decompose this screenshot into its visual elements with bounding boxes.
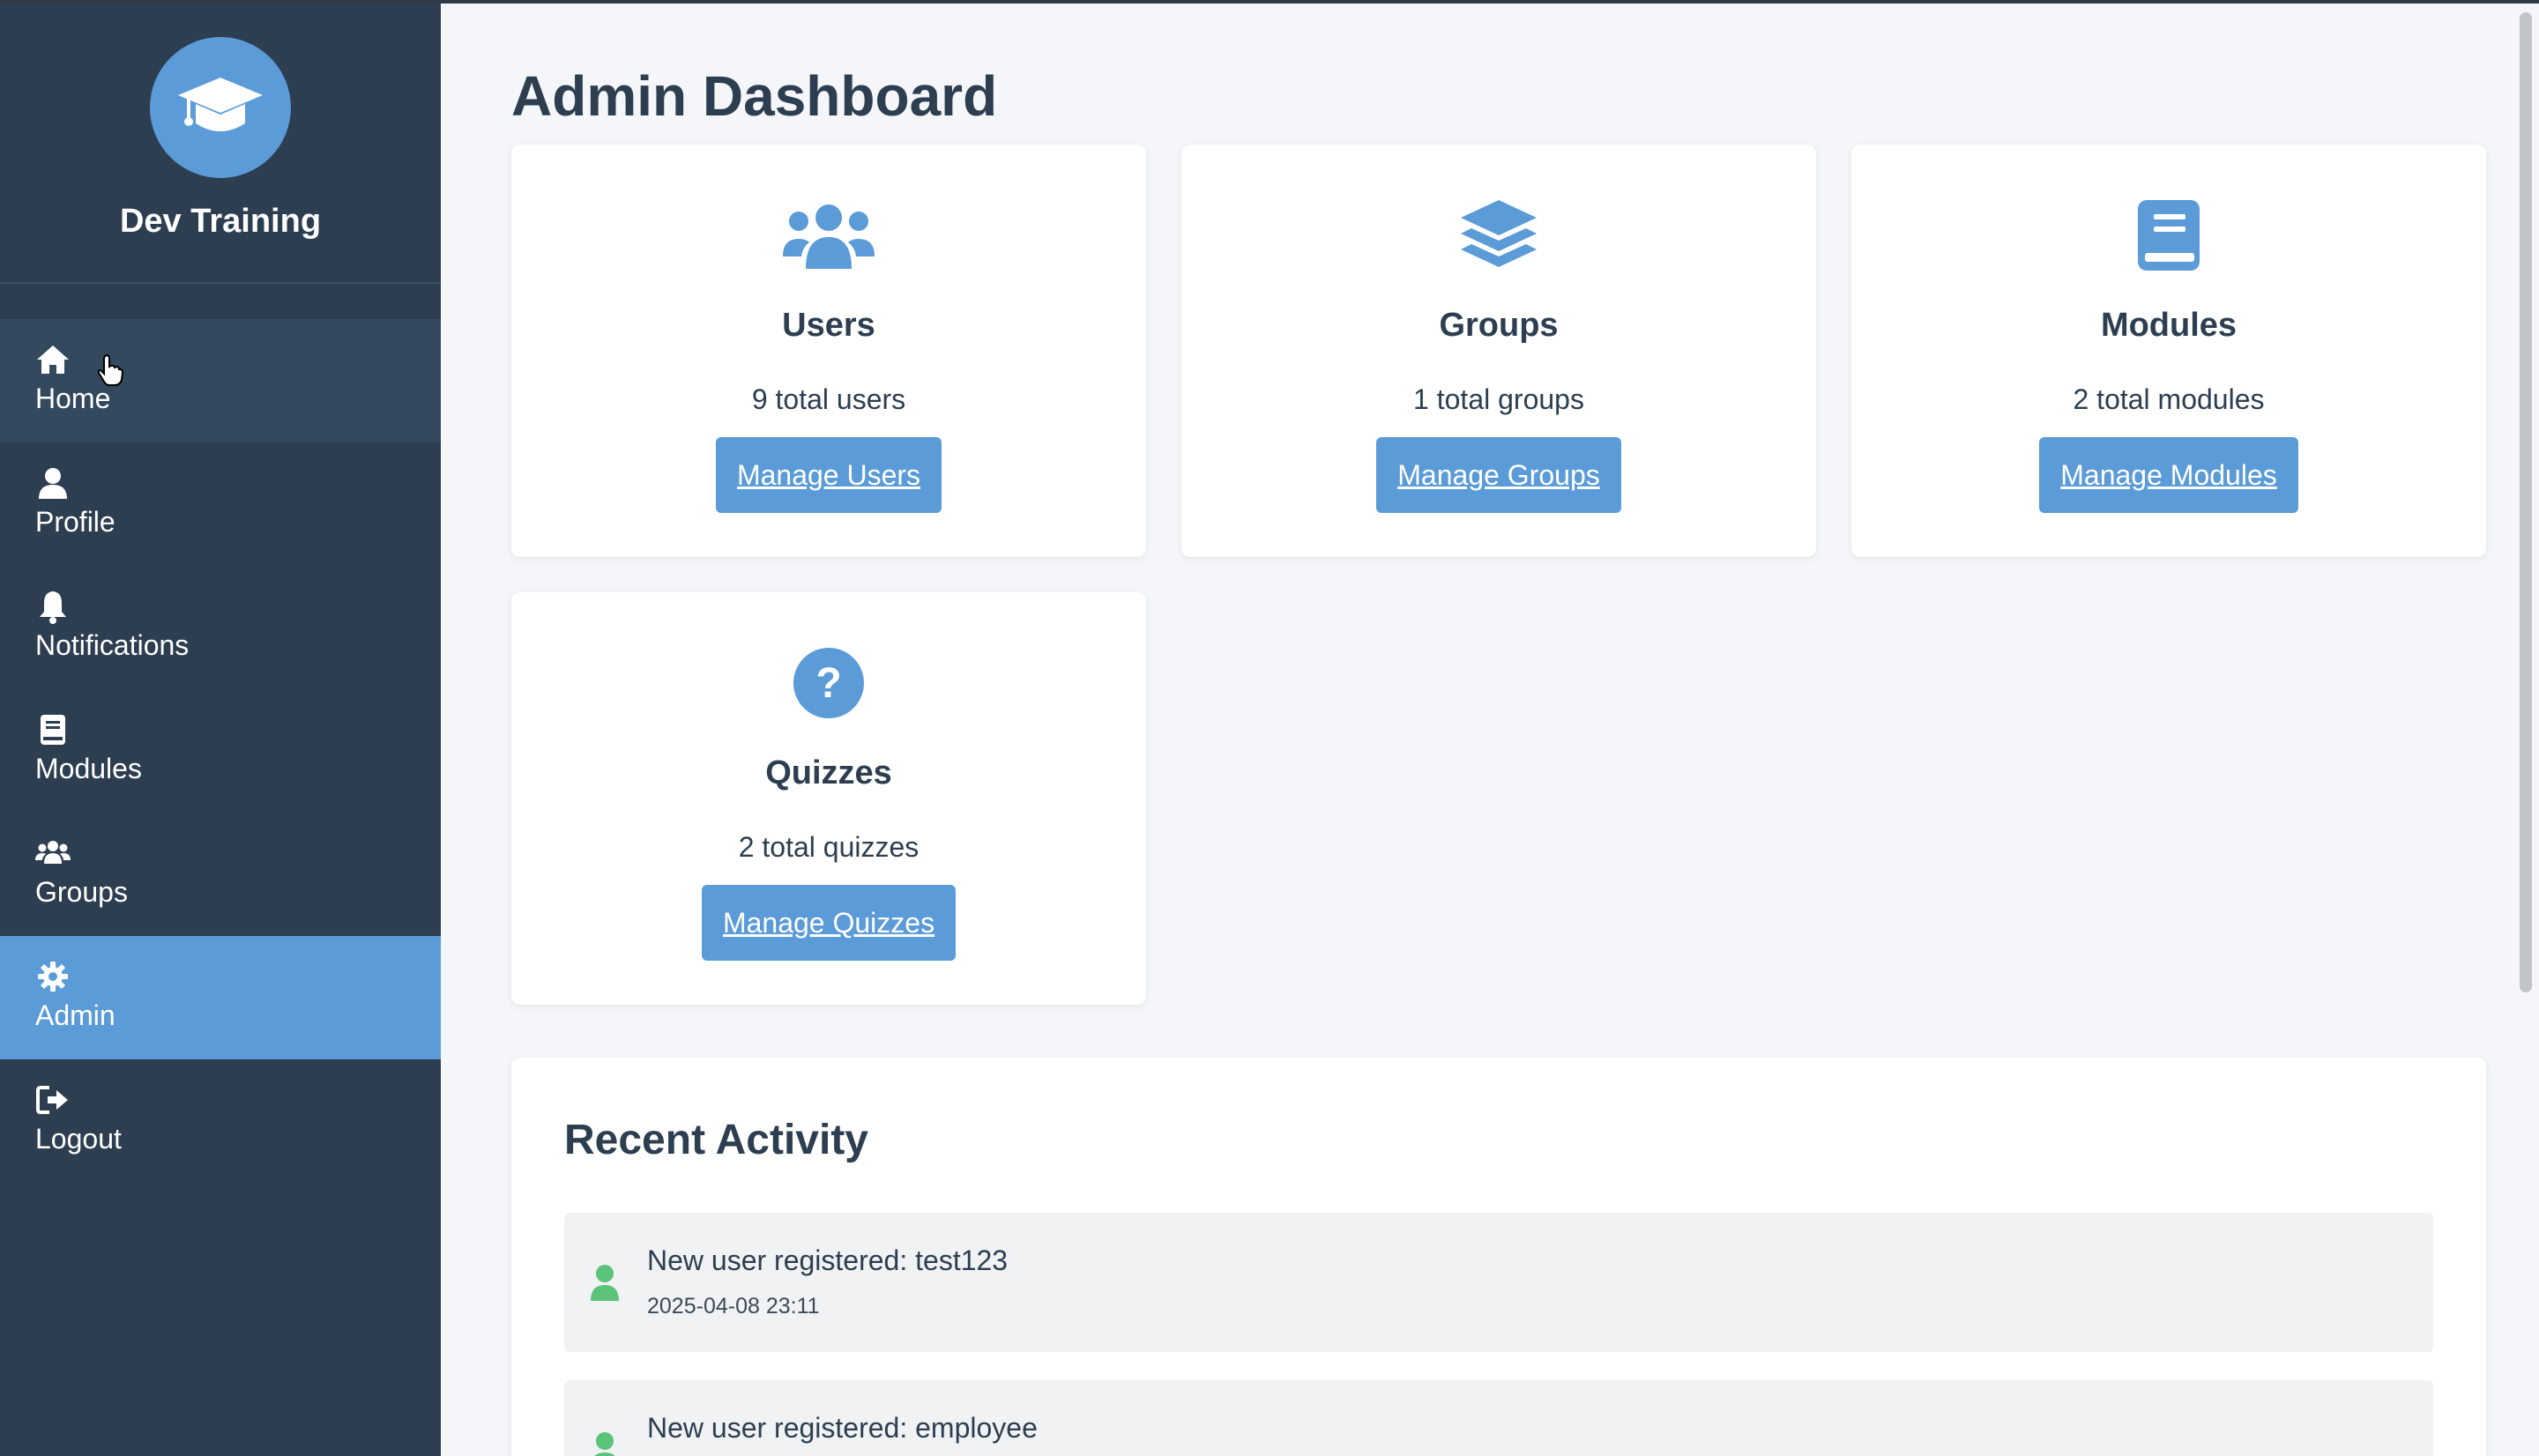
- sidebar-item-label: Notifications: [35, 629, 190, 661]
- user-icon: [591, 1265, 619, 1301]
- sidebar-item-label: Groups: [35, 876, 128, 908]
- sidebar-item-modules[interactable]: Modules: [0, 689, 441, 813]
- sidebar-item-logout[interactable]: Logout: [0, 1059, 441, 1183]
- users-icon: [35, 841, 71, 864]
- groups-card: Groups 1 total groups Manage Groups: [1181, 145, 1816, 557]
- scrollbar-thumb[interactable]: [2520, 12, 2532, 992]
- brand-title: Dev Training: [119, 203, 322, 240]
- card-title: Quizzes: [765, 754, 892, 791]
- quizzes-card: ? Quizzes 2 total quizzes Manage Quizzes: [511, 592, 1146, 1005]
- window-top-border: [0, 0, 2539, 4]
- sidebar-item-label: Profile: [35, 506, 115, 538]
- manage-users-button[interactable]: Manage Users: [715, 437, 942, 513]
- page-title: Admin Dashboard: [511, 64, 998, 128]
- recent-activity-title: Recent Activity: [564, 1117, 868, 1163]
- recent-activity-panel: Recent Activity New user registered: tes…: [511, 1058, 2486, 1456]
- users-card: Users 9 total users Manage Users: [511, 145, 1146, 557]
- brand: Dev Training: [0, 0, 441, 284]
- sidebar-item-home[interactable]: Home: [0, 319, 441, 442]
- sidebar-item-groups[interactable]: Groups: [0, 813, 441, 936]
- book-icon: [41, 715, 65, 745]
- activity-text: New user registered: test123: [647, 1244, 1009, 1276]
- activity-item: New user registered: test123 2025-04-08 …: [564, 1213, 2433, 1352]
- sidebar: Dev Training Home Profile Notifications: [0, 0, 441, 1456]
- layers-icon: [1450, 196, 1547, 275]
- user-icon: [594, 1432, 615, 1456]
- activity-text: New user registered: employee: [647, 1412, 1038, 1444]
- manage-groups-button[interactable]: Manage Groups: [1376, 437, 1621, 513]
- card-count: 2 total modules: [2073, 383, 2265, 415]
- activity-item: New user registered: employee: [564, 1380, 2433, 1456]
- svg-text:?: ?: [815, 660, 841, 707]
- sidebar-item-admin[interactable]: Admin: [0, 936, 441, 1059]
- manage-modules-button[interactable]: Manage Modules: [2039, 437, 2298, 513]
- question-circle-icon: ?: [780, 643, 877, 723]
- card-title: Modules: [2100, 307, 2237, 344]
- sidebar-item-label: Admin: [35, 999, 115, 1031]
- graduation-cap-icon: [150, 37, 291, 178]
- gear-icon: [38, 962, 68, 992]
- card-count: 2 total quizzes: [738, 831, 920, 863]
- card-title: Groups: [1439, 307, 1559, 344]
- sidebar-item-profile[interactable]: Profile: [0, 442, 441, 566]
- logout-icon: [36, 1086, 68, 1114]
- sidebar-nav: Home Profile Notifications Modules Group…: [0, 319, 441, 1183]
- sidebar-item-label: Home: [35, 383, 111, 414]
- book-icon: [2120, 196, 2217, 275]
- main-content: Admin Dashboard Users 9 total users Mana…: [441, 0, 2520, 1456]
- home-icon: [37, 345, 69, 374]
- user-icon: [39, 468, 67, 499]
- pointer-cursor-icon: [97, 354, 123, 386]
- modules-card: Modules 2 total modules Manage Modules: [1851, 145, 2486, 557]
- sidebar-item-label: Modules: [35, 753, 142, 784]
- activity-timestamp: 2025-04-08 23:11: [647, 1294, 820, 1319]
- card-title: Users: [782, 307, 875, 344]
- sidebar-item-notifications[interactable]: Notifications: [0, 566, 441, 689]
- sidebar-item-label: Logout: [35, 1123, 122, 1155]
- card-count: 1 total groups: [1413, 383, 1584, 415]
- manage-quizzes-button[interactable]: Manage Quizzes: [701, 885, 957, 961]
- card-count: 9 total users: [751, 383, 906, 415]
- users-icon: [780, 196, 877, 275]
- bell-icon: [40, 591, 66, 624]
